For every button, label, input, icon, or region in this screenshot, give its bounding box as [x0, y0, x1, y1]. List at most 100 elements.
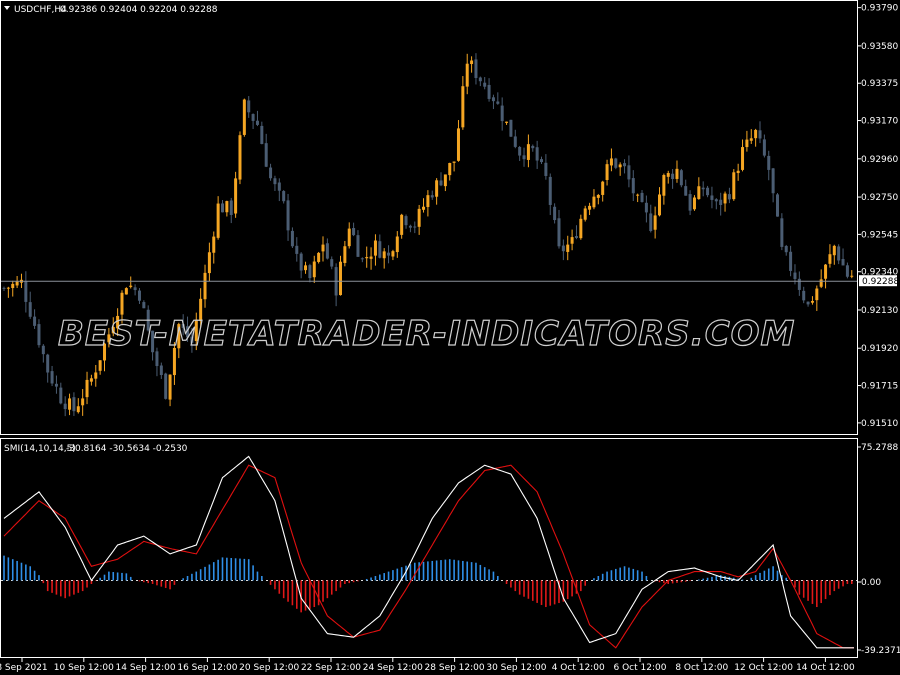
price-tick-label: 0.93375 — [861, 79, 898, 89]
time-tick-label: 16 Sep 12:00 — [177, 663, 237, 673]
candle-body — [456, 128, 460, 161]
price-axis[interactable]: 0.93790 0.93580 0.93375 0.93170 0.92960 0.927… — [857, 4, 898, 429]
candle-body — [513, 136, 517, 147]
candle-body — [649, 213, 653, 231]
candle-body — [391, 251, 395, 257]
time-axis[interactable]: 8 Sep 2021 10 Sep 12:00 14 Sep 12:00 16 Sep… — [0, 658, 855, 673]
candle-body — [640, 192, 644, 202]
candle-body — [304, 265, 308, 271]
candle-body — [129, 285, 133, 287]
candle-body — [727, 194, 731, 200]
candle-body — [168, 374, 172, 400]
candle-body — [588, 205, 592, 210]
candle-body — [330, 259, 334, 267]
time-tick-label: 30 Sep 12:00 — [486, 663, 546, 673]
candle-body — [435, 180, 439, 197]
candle-body — [505, 121, 509, 123]
indicator-tick-zero: 0.00 — [861, 578, 881, 588]
candle-body — [234, 178, 238, 214]
candle-body — [225, 201, 229, 213]
price-tick-label: 0.91715 — [861, 382, 898, 392]
candle-body — [343, 246, 347, 263]
time-tick-label: 10 Sep 12:00 — [54, 663, 114, 673]
candle-body — [723, 193, 727, 204]
candle-body — [824, 264, 828, 279]
candle-body — [395, 236, 399, 253]
candle-body — [430, 195, 434, 198]
candle-body — [596, 194, 600, 198]
candle-body — [295, 245, 299, 254]
candle-body — [408, 225, 412, 228]
candle-body — [321, 244, 325, 252]
candle-body — [242, 99, 246, 135]
price-tick-label: 0.91510 — [861, 419, 898, 429]
watermark-text: BEST-METATRADER-INDICATORS.COM — [58, 314, 795, 354]
candle-body — [37, 324, 41, 346]
candle-body — [701, 187, 705, 190]
candle-body — [50, 371, 54, 384]
current-price-badge: 0.92288 — [859, 275, 899, 287]
candle-body — [658, 194, 661, 216]
candle-body — [644, 202, 648, 213]
candle-body — [387, 252, 391, 256]
indicator-values: -30.8164 -30.5634 -0.2530 — [66, 444, 188, 454]
candle-body — [76, 406, 80, 413]
candle-body — [439, 180, 443, 186]
candle-body — [478, 77, 482, 82]
candle-body — [749, 138, 753, 141]
candle-body — [448, 163, 452, 176]
candle-body — [221, 203, 224, 213]
candle-body — [461, 86, 465, 128]
candle-body — [68, 398, 72, 410]
price-tick-label: 0.92130 — [861, 306, 898, 316]
candle-body — [692, 197, 696, 210]
indicator-tick-top: 75.2788 — [861, 443, 898, 453]
candle-body — [207, 252, 211, 274]
indicator-frame[interactable] — [0, 438, 858, 658]
candle-body — [365, 257, 369, 259]
candle-body — [614, 158, 618, 168]
candle-body — [28, 302, 32, 317]
indicator-axis[interactable]: 75.2788 0.00 -39.2371 — [857, 443, 900, 656]
trading-chart-window[interactable]: BEST-METATRADER-INDICATORS.COM USDCHF,H4… — [0, 0, 900, 675]
candle-body — [286, 200, 290, 231]
candle-body — [81, 398, 85, 406]
candle-body — [832, 245, 836, 256]
candle-body — [325, 243, 329, 259]
candle-body — [264, 143, 268, 167]
candle-body — [120, 292, 124, 315]
candle-body — [780, 218, 784, 247]
candle-body — [592, 196, 596, 208]
candle-body — [806, 301, 810, 305]
main-chart-header: USDCHF,H4 0.92386 0.92404 0.92204 0.9228… — [4, 5, 218, 15]
candle-body — [474, 59, 478, 79]
price-tick-label: 0.92545 — [861, 230, 898, 240]
candle-body — [758, 130, 762, 139]
candle-body — [736, 170, 740, 174]
candle-body — [850, 275, 854, 277]
time-tick-label: 12 Oct 12:00 — [734, 663, 793, 673]
candle-body — [710, 195, 714, 200]
candle-body — [553, 206, 557, 221]
candle-body — [63, 403, 67, 410]
candle-body — [11, 283, 15, 289]
indicator-tick-bottom: -39.2371 — [861, 646, 900, 656]
candle-body — [609, 158, 613, 166]
candle-body — [579, 218, 583, 239]
candle-body — [714, 199, 718, 202]
candle-body — [94, 372, 98, 379]
candle-body — [526, 144, 530, 160]
candle-body — [771, 168, 775, 194]
candle-body — [487, 84, 491, 99]
candle-body — [662, 175, 666, 196]
candle-body — [828, 254, 832, 264]
time-tick-label: 8 Oct 12:00 — [675, 663, 728, 673]
candle-body — [352, 228, 356, 236]
candle-body — [290, 230, 294, 247]
candle-body — [338, 261, 342, 296]
candle-body — [400, 214, 404, 235]
candle-body — [2, 287, 6, 289]
main-chart-frame[interactable] — [0, 0, 858, 435]
candle-body — [356, 235, 360, 257]
candle-body — [767, 155, 771, 170]
